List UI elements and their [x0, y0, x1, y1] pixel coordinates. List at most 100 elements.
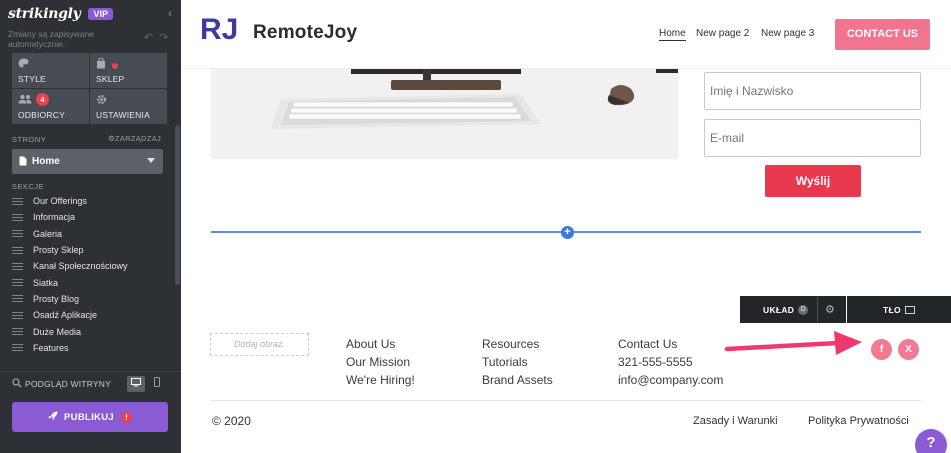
tile-audience[interactable]: 4 ODBIORCY — [12, 89, 89, 124]
footer-link[interactable]: We're Hiring! — [346, 371, 415, 389]
audience-count-badge: 4 — [36, 93, 49, 106]
footer-link[interactable]: About Us — [346, 335, 415, 353]
footer-column-company: About Us Our Mission We're Hiring! — [346, 335, 415, 389]
image-icon — [904, 305, 915, 314]
nav-home[interactable]: Home — [659, 28, 686, 41]
section-item[interactable]: Osadź Aplikacje — [12, 307, 172, 323]
drag-handle-icon[interactable] — [12, 279, 23, 287]
sections-heading: SEKCJE — [12, 182, 45, 191]
pages-heading: STRONY — [12, 135, 47, 144]
drag-handle-icon[interactable] — [12, 295, 23, 303]
button-separator — [817, 297, 818, 322]
tile-label: SKLEP — [96, 74, 125, 84]
section-item[interactable]: Our Offerings — [12, 193, 172, 209]
tile-label: ODBIORCY — [18, 110, 65, 120]
preview-site-link[interactable]: PODGLĄD WITRYNY — [25, 379, 111, 389]
section-item[interactable]: Siatka — [12, 274, 172, 290]
section-label: Our Offerings — [33, 196, 87, 207]
collapse-sidebar-icon[interactable]: ‹ — [168, 6, 172, 20]
footer-link[interactable]: Brand Assets — [482, 371, 553, 389]
footer-email[interactable]: info@company.com — [618, 371, 723, 389]
drag-handle-icon[interactable] — [12, 344, 23, 352]
footer-divider — [211, 400, 921, 401]
page-dropdown[interactable]: Home — [12, 149, 163, 174]
publish-button[interactable]: PUBLIKUJ ! — [12, 402, 168, 432]
palette-icon — [18, 58, 89, 71]
copyright-text: © 2020 — [212, 414, 251, 428]
section-label: Siatka — [33, 277, 59, 288]
sidebar-scrollbar[interactable] — [175, 125, 180, 285]
section-label: Informacja — [33, 212, 76, 223]
editor-window: strikingly VIP ‹ Zmiany są zapisywane au… — [0, 0, 951, 453]
add-section-button[interactable]: + — [561, 226, 574, 239]
section-label: Kanał Społecznościowy — [33, 261, 128, 272]
section-item[interactable]: Features — [12, 340, 172, 356]
manage-pages-link[interactable]: ⚙ZARZĄDZAJ — [108, 134, 161, 143]
terms-link[interactable]: Zasady i Warunki — [693, 415, 778, 427]
layout-label: UKŁAD — [763, 304, 795, 315]
section-label: Prosty Sklep — [33, 245, 84, 256]
section-label: Osadź Aplikacje — [33, 310, 98, 321]
privacy-link[interactable]: Polityka Prywatności — [808, 415, 909, 427]
facebook-icon[interactable]: f — [871, 339, 892, 360]
drag-handle-icon[interactable] — [12, 246, 23, 254]
add-image-placeholder[interactable]: Dodaj obraz. — [210, 333, 309, 356]
site-logo[interactable]: RJ — [200, 11, 240, 59]
warning-icon: ! — [120, 411, 132, 423]
nav-page-3[interactable]: New page 3 — [761, 28, 814, 39]
bag-icon — [96, 57, 167, 71]
chevron-down-icon — [147, 158, 155, 163]
section-item[interactable]: Prosty Blog — [12, 291, 172, 307]
section-item[interactable]: Kanał Społecznościowy — [12, 258, 172, 274]
background-label: TŁO — [883, 304, 901, 315]
sidebar-tiles: STYLE SKLEP 4 ODBIORCY USTAWIENIA — [12, 53, 167, 124]
tile-style[interactable]: STYLE — [12, 53, 89, 88]
x-twitter-icon[interactable]: X — [898, 339, 919, 360]
section-label: Prosty Blog — [33, 293, 80, 304]
desk-illustration — [211, 69, 678, 159]
section-item[interactable]: Galeria — [12, 226, 172, 242]
autosave-status: Zmiany są zapisywane automatycznie. — [8, 29, 94, 49]
name-input[interactable] — [704, 72, 921, 110]
section-label: Galeria — [33, 228, 63, 239]
tile-label: STYLE — [18, 74, 46, 84]
footer-link[interactable]: Contact Us — [618, 335, 723, 353]
drag-handle-icon[interactable] — [12, 311, 23, 319]
section-item[interactable]: Duże Media — [12, 323, 172, 339]
gear-icon[interactable]: ⚙ — [825, 303, 835, 316]
tile-settings[interactable]: USTAWIENIA — [90, 89, 167, 124]
section-item[interactable]: Informacja — [12, 209, 172, 225]
site-title[interactable]: RemoteJoy — [253, 22, 357, 44]
footer-link[interactable]: Tutorials — [482, 353, 553, 371]
tile-store[interactable]: SKLEP — [90, 53, 167, 88]
undo-redo-icons[interactable]: ↶↷ — [144, 31, 174, 44]
site-canvas: RJ RemoteJoy Home New page 2 New page 3 … — [181, 0, 951, 453]
contact-us-button[interactable]: CONTACT US — [835, 19, 930, 50]
drag-handle-icon[interactable] — [12, 262, 23, 270]
publish-label: PUBLIKUJ — [64, 411, 114, 423]
desktop-icon[interactable] — [127, 376, 145, 392]
nav-page-2[interactable]: New page 2 — [696, 28, 749, 39]
send-button[interactable]: Wyślij — [765, 165, 861, 197]
drag-handle-icon[interactable] — [12, 328, 23, 336]
background-button[interactable]: TŁO — [847, 296, 951, 323]
help-button[interactable]: ? — [915, 429, 947, 453]
people-icon — [18, 94, 89, 107]
email-input[interactable] — [704, 119, 921, 157]
mobile-icon[interactable] — [150, 376, 164, 392]
footer-phone[interactable]: 321-555-5555 — [618, 353, 723, 371]
gear-icon — [96, 94, 167, 107]
drag-handle-icon[interactable] — [12, 213, 23, 221]
footer-link[interactable]: Our Mission — [346, 353, 415, 371]
brand-logo: strikingly — [8, 6, 81, 22]
section-label: Duże Media — [33, 326, 82, 337]
editor-sidebar: strikingly VIP ‹ Zmiany są zapisywane au… — [0, 0, 181, 453]
rocket-icon — [48, 411, 58, 424]
footer-link[interactable]: Resources — [482, 335, 553, 353]
drag-handle-icon[interactable] — [12, 230, 23, 238]
hero-image[interactable] — [211, 69, 678, 159]
layout-button[interactable]: UKŁAD D ⚙ — [740, 296, 846, 323]
section-item[interactable]: Prosty Sklep — [12, 242, 172, 258]
vip-badge: VIP — [88, 8, 113, 20]
drag-handle-icon[interactable] — [12, 197, 23, 205]
